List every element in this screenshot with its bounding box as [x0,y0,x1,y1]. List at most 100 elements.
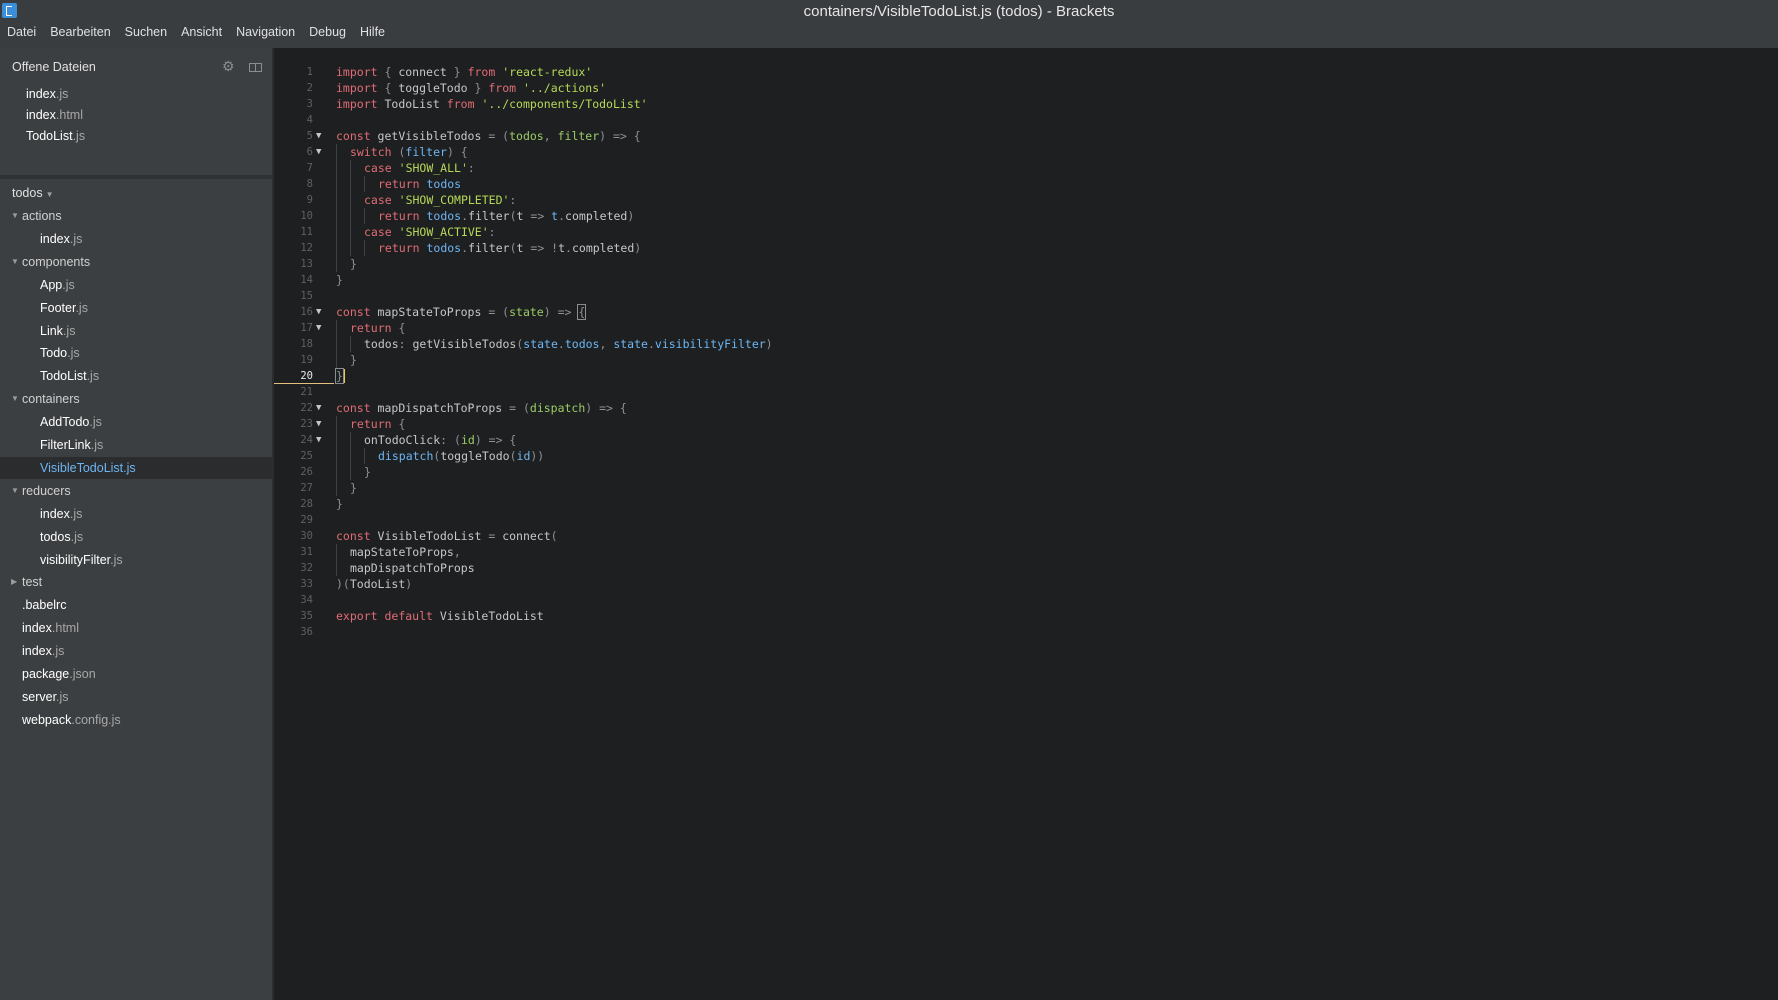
code-token: t [558,241,566,255]
code-line[interactable]: 1 import { connect } from 'react-redux' [272,64,1778,80]
menu-ansicht[interactable]: Ansicht [174,22,229,42]
tree-file[interactable]: Todo.js [0,342,272,364]
tree-file[interactable]: index.js [0,503,272,525]
code-token: default [384,609,433,623]
code-line[interactable]: 31 mapStateToProps, [272,544,1778,560]
code-line[interactable]: 4 [272,112,1778,128]
code-line[interactable]: 34 [272,592,1778,608]
code-line[interactable]: 17 ▼ return { [272,320,1778,336]
project-dropdown[interactable]: todos ▼ [12,186,54,200]
fold-arrow-icon[interactable]: ▼ [316,416,321,432]
code-token: . [557,337,565,351]
code-line[interactable]: 20} [272,368,1778,384]
gear-icon[interactable]: ⚙ [222,58,235,75]
tree-file[interactable]: .babelrc [0,594,272,616]
code-line[interactable]: 29 [272,512,1778,528]
tree-file[interactable]: Footer.js [0,297,272,319]
code-line[interactable]: 3 import TodoList from '../components/Tod… [272,96,1778,112]
indent-guide [336,224,350,240]
tree-file[interactable]: visibilityFilter.js [0,549,272,571]
code-line[interactable]: 19} [272,352,1778,368]
code-editor[interactable]: 1 import { connect } from 'react-redux' 2 i… [272,48,1778,1000]
menu-datei[interactable]: Datei [0,22,43,42]
code-line[interactable]: 27} [272,480,1778,496]
working-set-file[interactable]: index.html [26,108,83,122]
menu-navigation[interactable]: Navigation [229,22,302,42]
code-line[interactable]: 21 [272,384,1778,400]
code-line[interactable]: 2 import { toggleTodo } from '../actions' [272,80,1778,96]
tree-file[interactable]: webpack.config.js [0,709,272,731]
tree-file[interactable]: VisibleTodoList.js [0,456,272,479]
editor-separator[interactable] [272,48,274,1000]
file-label: webpack.config.js [22,709,121,731]
indent-guide [336,560,350,576]
line-number: 4 [306,114,313,126]
folder-name: reducers [22,483,71,498]
code-line[interactable]: 12 return todos.filter(t => !t.completed) [272,240,1778,256]
tree-file[interactable]: index.js [0,228,272,250]
menu-bearbeiten[interactable]: Bearbeiten [43,22,117,42]
code-line[interactable]: 32 mapDispatchToProps [272,560,1778,576]
code-token: todos [426,177,462,191]
chevron-right-icon[interactable]: ▶ [11,571,17,593]
code-line[interactable]: 26} [272,464,1778,480]
split-view-icon[interactable] [249,63,262,72]
fold-arrow-icon[interactable]: ▼ [316,128,321,144]
code-line[interactable]: 35 export default VisibleTodoList [272,608,1778,624]
tree-folder-reducers[interactable]: ▼ reducers [0,480,272,502]
tree-file[interactable]: server.js [0,686,272,708]
fold-arrow-icon[interactable]: ▼ [316,432,321,448]
tree-folder-components[interactable]: ▼ components [0,251,272,273]
code-line[interactable]: 22 ▼ const mapDispatchToProps = (dispatch)… [272,400,1778,416]
code-token: mapDispatchToProps [350,561,475,575]
code-line[interactable]: 6 ▼ switch (filter) { [272,144,1778,160]
brackets-logo-icon[interactable] [2,3,17,18]
code-line[interactable]: 13} [272,256,1778,272]
tree-file[interactable]: index.html [0,617,272,639]
code-token: connect [502,529,551,543]
code-line[interactable]: 18 todos: getVisibleTodos(state.todos, st… [272,336,1778,352]
tree-file[interactable]: todos.js [0,526,272,548]
code-line[interactable]: 16 ▼ const mapStateToProps = (state) => { [272,304,1778,320]
tree-file[interactable]: AddTodo.js [0,411,272,433]
code-line[interactable]: 33)(TodoList) [272,576,1778,592]
code-area[interactable]: 1 import { connect } from 'react-redux' 2 i… [272,64,1778,640]
code-line[interactable]: 10 return todos.filter(t => t.completed) [272,208,1778,224]
tree-file[interactable]: FilterLink.js [0,434,272,456]
tree-file[interactable]: package.json [0,663,272,685]
tree-file[interactable]: App.js [0,274,272,296]
code-line[interactable]: 30 const VisibleTodoList = connect( [272,528,1778,544]
fold-arrow-icon[interactable]: ▼ [316,320,321,336]
tree-folder-containers[interactable]: ▼ containers [0,388,272,410]
tree-file[interactable]: Link.js [0,320,272,342]
chevron-down-icon[interactable]: ▼ [11,388,19,410]
tree-file[interactable]: index.js [0,640,272,662]
code-line[interactable]: 28} [272,496,1778,512]
working-set-file[interactable]: TodoList.js [26,129,85,143]
fold-arrow-icon[interactable]: ▼ [316,400,321,416]
menu-suchen[interactable]: Suchen [118,22,174,42]
chevron-down-icon[interactable]: ▼ [11,205,19,227]
chevron-down-icon[interactable]: ▼ [11,251,19,273]
code-line[interactable]: 7 case 'SHOW_ALL': [272,160,1778,176]
chevron-down-icon[interactable]: ▼ [11,480,19,502]
code-line[interactable]: 5 ▼ const getVisibleTodos = (todos, filter… [272,128,1778,144]
menu-debug[interactable]: Debug [302,22,353,42]
code-line[interactable]: 15 [272,288,1778,304]
code-line[interactable]: 36 [272,624,1778,640]
code-line[interactable]: 25 dispatch(toggleTodo(id)) [272,448,1778,464]
code-line[interactable]: 24 ▼ onTodoClick: (id) => { [272,432,1778,448]
code-line[interactable]: 11 case 'SHOW_ACTIVE': [272,224,1778,240]
tree-file[interactable]: TodoList.js [0,365,272,387]
fold-arrow-icon[interactable]: ▼ [316,304,321,320]
code-line[interactable]: 8 return todos [272,176,1778,192]
code-line[interactable]: 23 ▼ return { [272,416,1778,432]
code-token: , [599,337,614,351]
fold-arrow-icon[interactable]: ▼ [316,144,321,160]
menu-hilfe[interactable]: Hilfe [353,22,392,42]
tree-folder-actions[interactable]: ▼ actions [0,205,272,227]
code-line[interactable]: 14} [272,272,1778,288]
working-set-file[interactable]: index.js [26,87,68,101]
code-line[interactable]: 9 case 'SHOW_COMPLETED': [272,192,1778,208]
tree-folder-test[interactable]: ▶ test [0,571,272,593]
